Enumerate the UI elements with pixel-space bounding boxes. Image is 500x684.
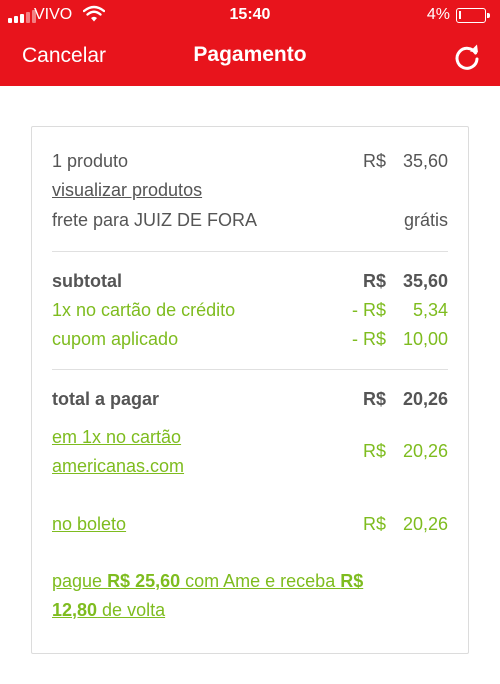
card-discount-currency: - R$ xyxy=(351,300,386,320)
ame-cashback-link[interactable]: pague R$ 25,60 com Ame e receba R$ 12,80 … xyxy=(52,567,448,625)
payment-summary-card: 1 produto R$ 35,60 visualizar produtos f… xyxy=(31,126,469,654)
boleto-option-amount: 20,26 xyxy=(402,514,448,534)
ame-text: pague xyxy=(52,571,108,591)
items-row: 1 produto R$ 35,60 xyxy=(52,149,448,173)
battery-percentage: 4% xyxy=(426,6,450,23)
total-amount: 20,26 xyxy=(402,389,448,409)
card-option-amount: 20,26 xyxy=(402,441,448,461)
boleto-payment-option[interactable]: no boleto R$ 20,26 xyxy=(52,512,448,536)
cancel-button[interactable]: Cancelar xyxy=(22,44,106,68)
boleto-option-label[interactable]: no boleto xyxy=(52,512,126,536)
card-discount-label: 1x no cartão de crédito xyxy=(52,300,236,320)
card-option-currency: R$ xyxy=(362,441,386,461)
shipping-row: frete para JUIZ DE FORA grátis xyxy=(52,208,448,232)
card-option-price: R$ 20,26 xyxy=(52,439,448,463)
subtotal-amount: 35,60 xyxy=(402,271,448,291)
coupon-currency: - R$ xyxy=(351,329,386,349)
coupon-row: cupom aplicado - R$ 10,00 xyxy=(52,327,448,351)
navigation-bar: Cancelar Pagamento xyxy=(0,30,500,86)
status-time: 15:40 xyxy=(229,6,271,23)
boleto-option-currency: R$ xyxy=(362,514,386,534)
card-discount-row: 1x no cartão de crédito - R$ 5,34 xyxy=(52,298,448,322)
refresh-icon[interactable] xyxy=(451,41,483,73)
shipping-label: frete para JUIZ DE FORA xyxy=(52,210,258,230)
total-label: total a pagar xyxy=(52,389,160,409)
card-discount-amount: 5,34 xyxy=(412,300,448,320)
ame-cashback-currency: R$ xyxy=(340,571,364,591)
items-currency: R$ xyxy=(362,151,386,171)
battery-icon xyxy=(456,8,490,23)
coupon-amount: 10,00 xyxy=(402,329,448,349)
subtotal-currency: R$ xyxy=(362,271,386,291)
status-bar: VIVO 15:40 4% xyxy=(0,0,500,30)
ame-text: com Ame e receba xyxy=(180,571,341,591)
items-label: 1 produto xyxy=(52,151,129,171)
ame-pay-amount: R$ 25,60 xyxy=(107,571,181,591)
total-row: total a pagar R$ 20,26 xyxy=(52,387,448,411)
view-products-row: visualizar produtos xyxy=(52,178,448,202)
top-bar: VIVO 15:40 4% Cancelar Pagamento xyxy=(0,0,500,86)
subtotal-row: subtotal R$ 35,60 xyxy=(52,269,448,293)
divider xyxy=(52,251,448,252)
coupon-label: cupom aplicado xyxy=(52,329,179,349)
total-currency: R$ xyxy=(362,389,386,409)
ame-text: de volta xyxy=(97,600,166,620)
ame-cashback-amount: 12,80 xyxy=(52,600,98,620)
view-products-link[interactable]: visualizar produtos xyxy=(52,178,202,202)
shipping-value: grátis xyxy=(403,210,448,230)
divider xyxy=(52,369,448,370)
items-amount: 35,60 xyxy=(402,151,448,171)
subtotal-label: subtotal xyxy=(52,271,122,291)
